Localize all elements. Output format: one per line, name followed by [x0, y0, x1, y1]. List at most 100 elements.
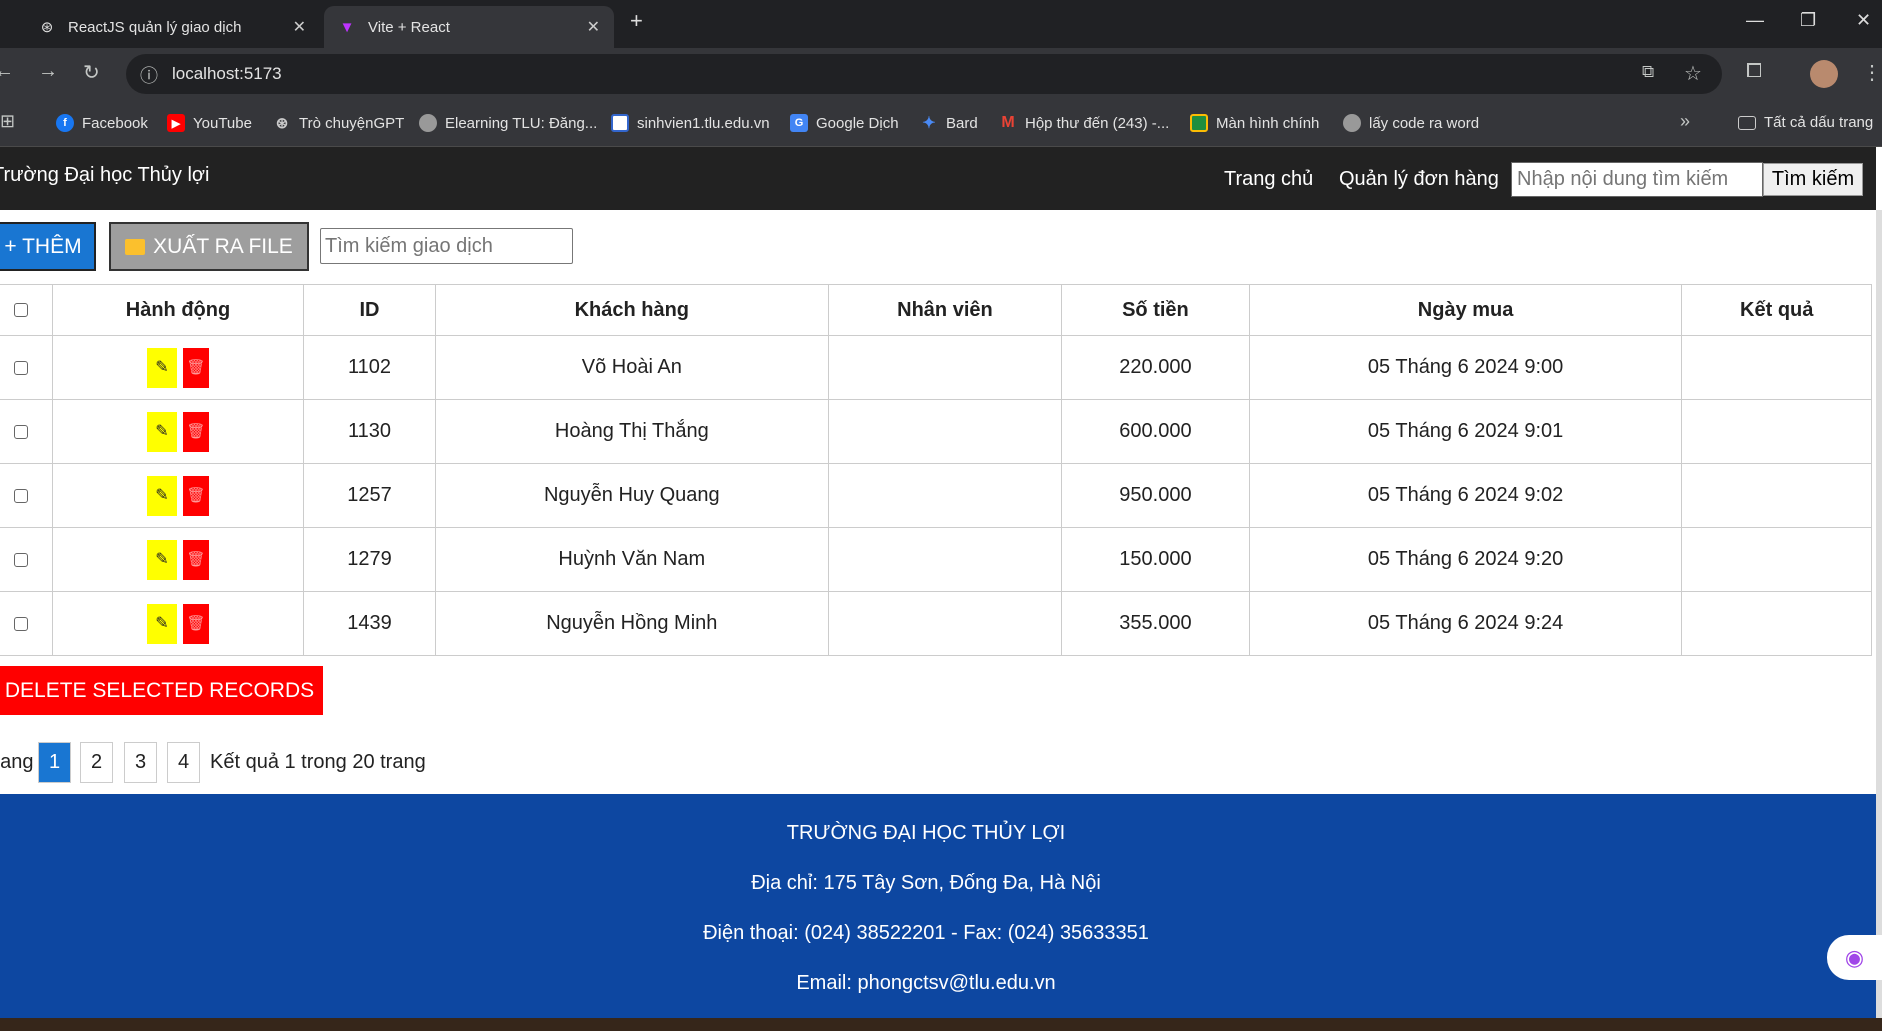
delete-trash-icon[interactable]: 🗑 — [182, 347, 209, 388]
cell-amount: 950.000 — [1061, 463, 1250, 528]
bookmark-bard[interactable]: ✦ Bard — [920, 114, 977, 133]
bookmark-sinhvien[interactable]: sinhvien1.tlu.edu.vn — [611, 114, 770, 132]
cell-customer: Hoàng Thị Thắng — [434, 399, 829, 464]
row-checkbox[interactable] — [14, 488, 29, 503]
edit-pencil-icon[interactable]: ✎ — [146, 347, 177, 388]
close-window-button[interactable]: ✕ — [1856, 10, 1871, 31]
transaction-search-input[interactable] — [320, 228, 573, 264]
pagination-info: Kết quả 1 trong 20 trang — [210, 751, 426, 773]
cell-id: 1130 — [303, 399, 436, 464]
cell-id: 1439 — [303, 591, 436, 656]
nav-order-management[interactable]: Quản lý đơn hàng — [1339, 168, 1499, 191]
table-row: ✎ 🗑 1102 Võ Hoài An 220.000 05 Tháng 6 20… — [0, 335, 1872, 400]
bookmark-code-word[interactable]: lấy code ra word — [1343, 114, 1479, 132]
transactions-table: Hành động ID Khách hàng Nhân viên Số tiề… — [0, 284, 1872, 656]
tab-reactjs[interactable]: ⊛ ReactJS quản lý giao dịch ✕ — [24, 6, 320, 48]
delete-trash-icon[interactable]: 🗑 — [182, 539, 209, 580]
minimize-button[interactable]: — — [1746, 10, 1764, 31]
close-tab-icon[interactable]: ✕ — [587, 17, 600, 37]
taskbar — [0, 1018, 1882, 1031]
footer-phone: Điện thoại: (024) 38522201 - Fax: (024) … — [703, 922, 1149, 944]
delete-selected-button[interactable]: DELETE SELECTED RECORDS — [0, 666, 323, 715]
column-header: Khách hàng — [434, 284, 829, 336]
row-checkbox[interactable] — [14, 424, 29, 439]
page-button-3[interactable]: 3 — [124, 742, 157, 783]
brand-title[interactable]: Trường Đại học Thủy lợi — [0, 164, 209, 187]
more-bookmarks-icon[interactable]: » — [1680, 111, 1690, 132]
table-row: ✎ 🗑 1257 Nguyễn Huy Quang 950.000 05 Thán… — [0, 463, 1872, 528]
add-button[interactable]: + THÊM — [0, 222, 96, 271]
edit-pencil-icon[interactable]: ✎ — [146, 411, 177, 452]
cell-date: 05 Tháng 6 2024 9:02 — [1248, 463, 1683, 528]
header-search-button[interactable]: Tìm kiếm — [1763, 163, 1863, 196]
bookmark-facebook[interactable]: f Facebook — [56, 114, 148, 132]
edit-pencil-icon[interactable]: ✎ — [146, 475, 177, 516]
new-tab-button[interactable]: + — [630, 8, 643, 34]
bookmark-google-translate[interactable]: G Google Dịch — [790, 114, 899, 132]
reload-icon[interactable]: ↻ — [83, 60, 100, 85]
cell-date: 05 Tháng 6 2024 9:20 — [1248, 527, 1683, 592]
bookmark-gmail[interactable]: M Hộp thư đến (243) -... — [999, 114, 1169, 132]
bookmark-classroom[interactable]: Màn hình chính — [1190, 114, 1319, 132]
edit-pencil-icon[interactable]: ✎ — [146, 603, 177, 644]
vite-icon: ▼ — [339, 18, 355, 36]
delete-trash-icon[interactable]: 🗑 — [182, 603, 209, 644]
cell-result — [1681, 399, 1872, 464]
apps-icon[interactable]: ⊞ — [0, 111, 15, 132]
select-all-checkbox[interactable] — [14, 303, 29, 318]
cell-employee — [827, 591, 1063, 656]
profile-avatar[interactable] — [1810, 60, 1838, 88]
row-checkbox[interactable] — [14, 616, 29, 631]
site-info-icon[interactable]: ⓘ — [140, 62, 158, 88]
restore-button[interactable]: ❐ — [1800, 10, 1816, 31]
close-tab-icon[interactable]: ✕ — [293, 17, 306, 37]
nav-home[interactable]: Trang chủ — [1224, 168, 1313, 191]
delete-trash-icon[interactable]: 🗑 — [182, 475, 209, 516]
page-scrollbar[interactable] — [1876, 210, 1882, 1018]
footer-address: Địa chỉ: 175 Tây Sơn, Đống Đa, Hà Nội — [751, 872, 1101, 894]
bookmark-star-icon[interactable]: ☆ — [1684, 61, 1702, 86]
back-icon[interactable]: ← — [0, 60, 14, 83]
folder-icon — [1738, 115, 1756, 130]
extensions-icon[interactable]: ⧠ — [1746, 60, 1762, 83]
bookmark-youtube[interactable]: ▶ YouTube — [167, 114, 252, 132]
page-button-4[interactable]: 4 — [167, 742, 200, 783]
header-search-input[interactable] — [1511, 162, 1763, 197]
footer-email: Email: phongctsv@tlu.edu.vn — [796, 972, 1056, 994]
cell-date: 05 Tháng 6 2024 9:00 — [1248, 335, 1683, 400]
delete-trash-icon[interactable]: 🗑 — [182, 411, 209, 452]
cell-customer: Huỳnh Văn Nam — [434, 527, 829, 592]
cell-customer: Nguyễn Hồng Minh — [434, 591, 829, 656]
google-translate-icon: G — [790, 114, 808, 132]
page-button-1[interactable]: 1 — [38, 742, 71, 783]
translate-icon[interactable]: ⧉ — [1642, 62, 1654, 82]
address-bar[interactable]: ⓘ localhost:5173 ⧉ ☆ — [126, 54, 1722, 94]
tab-vite-react[interactable]: ▼ Vite + React ✕ — [324, 6, 614, 48]
forward-icon[interactable]: → — [38, 60, 58, 83]
cell-amount: 220.000 — [1061, 335, 1250, 400]
youtube-icon: ▶ — [167, 114, 185, 132]
menu-icon[interactable]: ⋮ — [1862, 60, 1882, 85]
tlu-icon — [611, 114, 629, 132]
row-checkbox[interactable] — [14, 360, 29, 375]
brain-assistant-button[interactable]: ◉ — [1827, 935, 1882, 980]
footer: TRƯỜNG ĐẠI HỌC THỦY LỢI Địa chỉ: 175 Tây… — [0, 794, 1876, 1018]
edit-pencil-icon[interactable]: ✎ — [146, 539, 177, 580]
cell-employee — [827, 463, 1063, 528]
cell-result — [1681, 591, 1872, 656]
export-file-button[interactable]: XUẤT RA FILE — [109, 222, 309, 271]
all-bookmarks[interactable]: Tất cả dấu trang — [1738, 114, 1873, 131]
footer-name: TRƯỜNG ĐẠI HỌC THỦY LỢI — [786, 822, 1066, 844]
page-button-2[interactable]: 2 — [80, 742, 113, 783]
brain-icon: ◉ — [1844, 944, 1865, 970]
bookmark-chatgpt[interactable]: ⊛ Trò chuyệnGPT — [273, 114, 405, 133]
table-row: ✎ 🗑 1439 Nguyễn Hồng Minh 355.000 05 Thán… — [0, 591, 1872, 656]
cell-amount: 150.000 — [1061, 527, 1250, 592]
browser-tab-bar: ⊛ ReactJS quản lý giao dịch ✕ ▼ Vite + Reac… — [0, 0, 1882, 48]
row-checkbox[interactable] — [14, 552, 29, 567]
cell-id: 1102 — [303, 335, 436, 400]
cell-result — [1681, 463, 1872, 528]
folder-icon — [125, 238, 146, 255]
bookmark-elearning[interactable]: Elearning TLU: Đăng... — [419, 114, 597, 132]
cell-amount: 355.000 — [1061, 591, 1250, 656]
